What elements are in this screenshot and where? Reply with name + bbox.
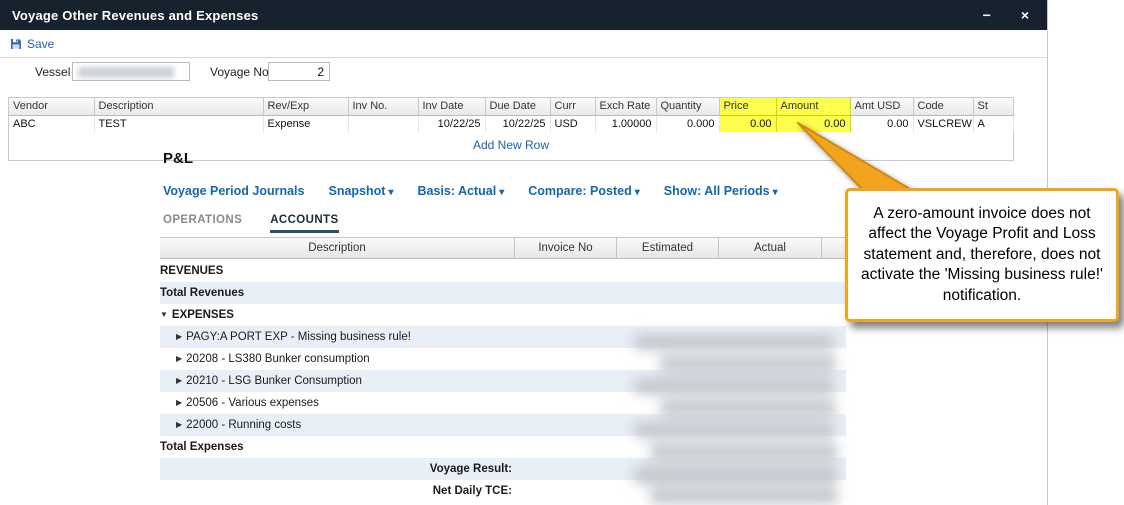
save-button[interactable]: Save xyxy=(10,37,54,51)
cell-price-highlighted[interactable]: 0.00 xyxy=(719,115,776,132)
col-st[interactable]: St xyxy=(973,98,1013,115)
save-icon xyxy=(10,38,22,50)
pnl-row-voyage-result: Voyage Result: xyxy=(160,458,846,480)
redacted-vessel-value xyxy=(78,67,174,78)
cell-amtusd[interactable]: 0.00 xyxy=(850,115,913,132)
pnl-row-account[interactable]: ▶20208 - LS380 Bunker consumption xyxy=(160,348,846,370)
col-invdate[interactable]: Inv Date xyxy=(418,98,485,115)
voyage-no-label: Voyage No. xyxy=(210,65,272,79)
col-quantity[interactable]: Quantity xyxy=(656,98,719,115)
collapse-triangle-icon: ▼ xyxy=(160,310,168,319)
pnl-menu: Voyage Period Journals Snapshot▾ Basis: … xyxy=(163,184,778,198)
cell-exchrate[interactable]: 1.00000 xyxy=(595,115,656,132)
voyage-no-input[interactable] xyxy=(268,62,330,81)
cell-revexp[interactable]: Expense xyxy=(263,115,348,132)
add-new-row-link[interactable]: Add New Row xyxy=(473,138,549,152)
col-code[interactable]: Code xyxy=(913,98,973,115)
invoice-row[interactable]: ABC TEST Expense 10/22/25 10/22/25 USD 1… xyxy=(9,115,1013,132)
col-invno[interactable]: Inv No. xyxy=(348,98,418,115)
window-title: Voyage Other Revenues and Expenses xyxy=(12,8,258,23)
show-periods-dropdown[interactable]: Show: All Periods▾ xyxy=(664,184,778,198)
cell-amount-highlighted[interactable]: 0.00 xyxy=(776,115,850,132)
col-description[interactable]: Description xyxy=(94,98,263,115)
pnl-table-body: REVENUES Total Revenues ▼EXPENSES ▶PAGY:… xyxy=(160,260,846,502)
window-titlebar: Voyage Other Revenues and Expenses − × xyxy=(0,0,1047,30)
cell-quantity[interactable]: 0.000 xyxy=(656,115,719,132)
chevron-down-icon: ▾ xyxy=(388,187,393,198)
pnl-title: P&L xyxy=(163,150,193,167)
pnl-table-header: Description Invoice No Estimated Actual xyxy=(160,237,846,259)
tab-accounts[interactable]: ACCOUNTS xyxy=(270,214,338,233)
col-curr[interactable]: Curr xyxy=(550,98,595,115)
pnl-col-actual[interactable]: Actual xyxy=(719,238,822,258)
pnl-col-invoice-no[interactable]: Invoice No xyxy=(515,238,617,258)
col-amtusd[interactable]: Amt USD xyxy=(850,98,913,115)
pnl-row-account[interactable]: ▶PAGY:A PORT EXP - Missing business rule… xyxy=(160,326,846,348)
pnl-row-net-daily-tce: Net Daily TCE: xyxy=(160,480,846,502)
expand-triangle-icon: ▶ xyxy=(176,354,182,363)
pnl-row-expenses[interactable]: ▼EXPENSES xyxy=(160,304,846,326)
col-amount-highlighted[interactable]: Amount xyxy=(776,98,850,115)
pnl-row-account[interactable]: ▶22000 - Running costs xyxy=(160,414,846,436)
col-exchrate[interactable]: Exch Rate xyxy=(595,98,656,115)
cell-curr[interactable]: USD xyxy=(550,115,595,132)
snapshot-dropdown[interactable]: Snapshot▾ xyxy=(328,184,393,198)
vessel-input[interactable] xyxy=(72,62,190,81)
pnl-col-description[interactable]: Description xyxy=(160,238,515,258)
invoice-grid-header: Vendor Description Rev/Exp Inv No. Inv D… xyxy=(9,98,1013,115)
pnl-col-estimated[interactable]: Estimated xyxy=(617,238,719,258)
col-price-highlighted[interactable]: Price xyxy=(719,98,776,115)
voyage-period-journals-link[interactable]: Voyage Period Journals xyxy=(163,184,304,198)
save-label: Save xyxy=(27,37,54,51)
expand-triangle-icon: ▶ xyxy=(176,398,182,407)
cell-duedate[interactable]: 10/22/25 xyxy=(485,115,550,132)
pnl-row-account[interactable]: ▶20506 - Various expenses xyxy=(160,392,846,414)
chevron-down-icon: ▾ xyxy=(499,187,504,198)
chevron-down-icon: ▾ xyxy=(773,187,778,198)
pnl-row-total-expenses: Total Expenses xyxy=(160,436,846,458)
pnl-tabs: OPERATIONS ACCOUNTS xyxy=(163,214,339,233)
pnl-col-partial xyxy=(822,238,846,258)
cell-vendor[interactable]: ABC xyxy=(9,115,94,132)
cell-invno[interactable] xyxy=(348,115,418,132)
annotation-callout: A zero-amount invoice does not affect th… xyxy=(845,188,1119,322)
chevron-down-icon: ▾ xyxy=(635,187,640,198)
tab-operations[interactable]: OPERATIONS xyxy=(163,214,242,233)
compare-dropdown[interactable]: Compare: Posted▾ xyxy=(528,184,640,198)
expand-triangle-icon: ▶ xyxy=(176,376,182,385)
close-button[interactable]: × xyxy=(1021,0,1029,30)
cell-description[interactable]: TEST xyxy=(94,115,263,132)
col-revexp[interactable]: Rev/Exp xyxy=(263,98,348,115)
vessel-label: Vessel xyxy=(35,65,70,79)
annotation-text: A zero-amount invoice does not affect th… xyxy=(861,205,1103,304)
col-vendor[interactable]: Vendor xyxy=(9,98,94,115)
expand-triangle-icon: ▶ xyxy=(176,332,182,341)
toolbar: Save xyxy=(0,30,1047,58)
cell-st[interactable]: A xyxy=(973,115,1013,132)
col-duedate[interactable]: Due Date xyxy=(485,98,550,115)
expand-triangle-icon: ▶ xyxy=(176,420,182,429)
invoice-grid: Vendor Description Rev/Exp Inv No. Inv D… xyxy=(8,97,1014,161)
pnl-row-revenues[interactable]: REVENUES xyxy=(160,260,846,282)
cell-code[interactable]: VSLCREW xyxy=(913,115,973,132)
pnl-row-account[interactable]: ▶20210 - LSG Bunker Consumption xyxy=(160,370,846,392)
pnl-row-total-revenues: Total Revenues xyxy=(160,282,846,304)
cell-invdate[interactable]: 10/22/25 xyxy=(418,115,485,132)
basis-dropdown[interactable]: Basis: Actual▾ xyxy=(417,184,504,198)
minimize-button[interactable]: − xyxy=(983,0,991,30)
